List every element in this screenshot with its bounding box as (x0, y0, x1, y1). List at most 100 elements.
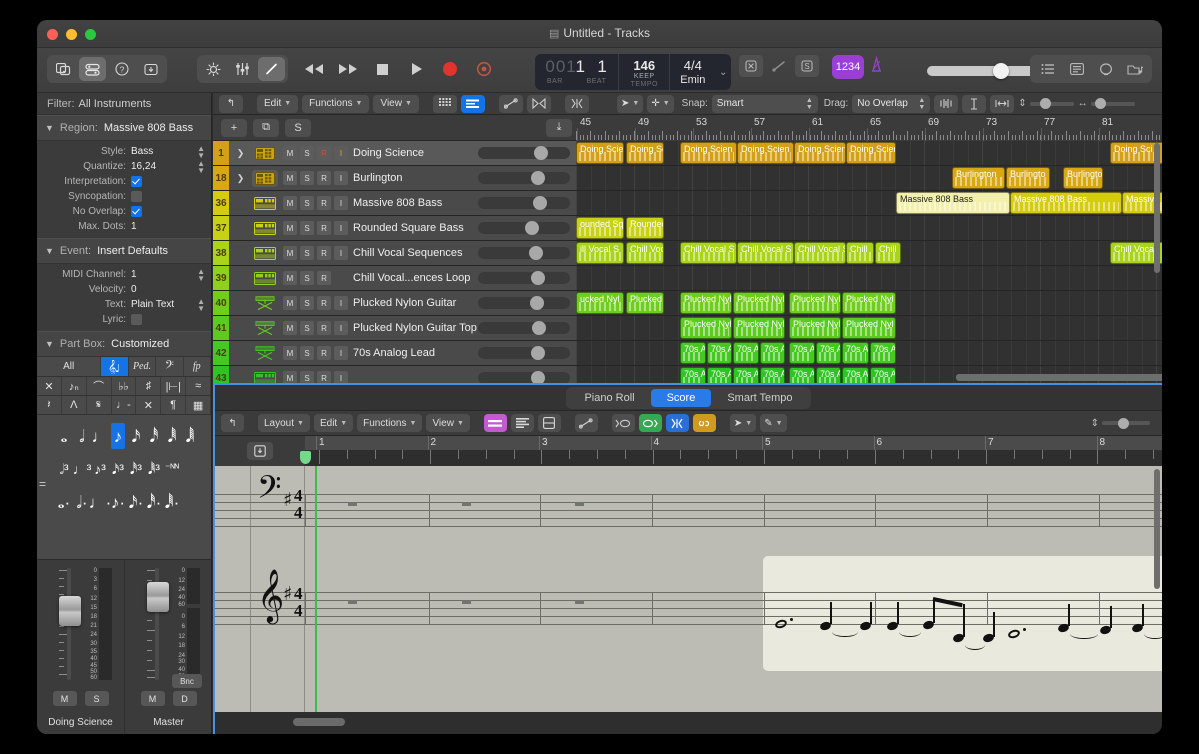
dotted-sixtyfourth-symbol[interactable]: 𝅘𝅥𝅱· (165, 489, 179, 515)
track-volume-knob[interactable] (525, 221, 539, 235)
partbox-tab-all[interactable]: All (37, 357, 101, 376)
rewind-button[interactable] (303, 58, 325, 80)
region[interactable]: 70s A (842, 342, 869, 364)
navigate-up-icon[interactable]: ↰ (221, 414, 244, 432)
mute-button[interactable]: M (283, 296, 297, 310)
tab-smart-tempo[interactable]: Smart Tempo (711, 389, 808, 407)
track-name[interactable]: 70s Analog Lead (353, 347, 481, 359)
track-number[interactable]: 37 (213, 216, 229, 240)
pointer-tool-icon[interactable]: ➤▼ (617, 95, 643, 113)
score-vertical-scrollbar[interactable] (1154, 469, 1160, 708)
paragraph-icon[interactable]: ¶ (161, 396, 186, 414)
record-enable-button[interactable]: R (317, 171, 331, 185)
score-horizontal-scrollbar[interactable] (215, 712, 1162, 734)
quarter-note-symbol[interactable]: ♩ (93, 423, 107, 449)
record-enable-button[interactable]: R (317, 221, 331, 235)
snap-select[interactable]: Smart▲▼ (712, 95, 818, 113)
scrollbar-thumb[interactable] (293, 718, 345, 726)
track-lane[interactable]: Massive 808 BassMassive 808 BassMassive … (576, 191, 1162, 215)
accent-icon[interactable]: Λ (62, 396, 87, 414)
record-enable-button[interactable]: R (317, 296, 331, 310)
automation-icon[interactable] (575, 414, 598, 432)
param-row-max-dots[interactable]: Max. Dots: 1 (37, 219, 211, 234)
triplet-half-symbol[interactable]: 𝅗𝅥³ (57, 456, 71, 482)
input-monitor-button[interactable]: I (334, 346, 348, 360)
region[interactable]: Plucked Nyl (733, 292, 785, 314)
grace-note-icon[interactable]: ♪ₙ (62, 377, 87, 395)
solo-button[interactable]: S (85, 691, 109, 706)
track-lane[interactable]: Doing ScienDoing ScDoing ScienDoing Scie… (576, 141, 1162, 165)
param-row-midi-channel[interactable]: MIDI Channel: 1▲▼ (37, 267, 211, 282)
lcd-signature[interactable]: 4/4 Emin (670, 54, 715, 90)
partbox-tab-clefs[interactable]: 𝄢 (156, 357, 183, 376)
smart-controls-icon[interactable] (200, 57, 227, 81)
keyboard-icon[interactable] (252, 195, 278, 212)
score-zoom-slider[interactable]: ⇕ (1091, 418, 1150, 429)
region[interactable]: Chill Vocal S (794, 242, 846, 264)
inspector-icon[interactable] (79, 57, 106, 81)
mute-button[interactable]: M (283, 371, 297, 383)
count-in-button[interactable]: 1234 (832, 55, 864, 79)
track-volume-knob[interactable] (531, 346, 545, 360)
arrange-menu-functions[interactable]: Functions▼ (302, 95, 369, 113)
track-number[interactable]: 1 (213, 141, 229, 165)
track-volume-slider[interactable] (478, 272, 570, 284)
tab-score[interactable]: Score (651, 389, 712, 407)
track-lane[interactable]: ucked NylPluckedPlucked NylPlucked NylPl… (576, 291, 1162, 315)
chevron-down-icon[interactable]: ▼ (45, 246, 54, 256)
solo-button[interactable]: S (300, 371, 314, 383)
low-latency-icon[interactable] (739, 55, 763, 77)
partbox-tab-pedal[interactable]: Ped. (129, 357, 156, 376)
track-volume-knob[interactable] (529, 246, 543, 260)
track-volume-knob[interactable] (533, 196, 547, 210)
track-volume-slider[interactable] (478, 297, 570, 309)
track-name[interactable]: Plucked Nylon Guitar Top (353, 322, 481, 334)
region[interactable]: Plucked Nyl (733, 317, 785, 339)
track-header[interactable]: ❯MSRIDoing Science (229, 141, 576, 165)
onetwentyeighth-note-symbol[interactable]: 𝅘𝅥𝅲 (183, 423, 197, 449)
solo-button[interactable]: S (300, 321, 314, 335)
track-number[interactable]: 39 (213, 266, 229, 290)
keyboard-icon[interactable] (252, 220, 278, 237)
region[interactable]: Chill Voc (626, 242, 664, 264)
track-row[interactable]: 41MSRIPlucked Nylon Guitar TopPlucked Ny… (213, 316, 1162, 341)
slur-icon[interactable]: ⌒ (87, 377, 112, 395)
notes-icon[interactable] (1063, 57, 1090, 81)
duplicate-track-button[interactable]: ⧉ (253, 119, 279, 137)
region[interactable]: Rounded (626, 217, 664, 239)
thirtysecond-note-symbol[interactable]: 𝅘𝅥𝅰 (147, 423, 161, 449)
browsers-icon[interactable] (1121, 57, 1148, 81)
input-monitor-button[interactable]: I (334, 246, 348, 260)
event-section-header[interactable]: ▼ Event: Insert Defaults (37, 238, 211, 264)
track-header[interactable]: ❯MSRIBurlington (229, 166, 576, 190)
record-enable-button[interactable]: R (317, 246, 331, 260)
record-enable-button[interactable]: R (317, 321, 331, 335)
track-volume-slider[interactable] (478, 372, 570, 383)
region[interactable]: 70s A (870, 342, 896, 364)
arrange-menu-view[interactable]: View▼ (373, 95, 418, 113)
record-enable-button[interactable]: R (317, 371, 331, 383)
score-playhead[interactable] (315, 466, 317, 712)
track-name[interactable]: Massive 808 Bass (353, 197, 481, 209)
track-header[interactable]: MSRChill Vocal...ences Loop (229, 266, 576, 290)
region[interactable]: Doing Scien (576, 142, 624, 164)
record-enable-button[interactable]: R (317, 146, 331, 160)
region[interactable]: Doing Sc (626, 142, 664, 164)
input-monitor-button[interactable]: I (334, 371, 348, 383)
track-row[interactable]: 42MSRI70s Analog Lead70s A70s A70s A70s … (213, 341, 1162, 366)
region[interactable]: Plucked Nyl (842, 317, 896, 339)
mute-button[interactable]: M (283, 171, 297, 185)
flex-time-icon[interactable] (934, 95, 958, 113)
triplet-sixteenth-symbol[interactable]: 𝅘𝅥𝅯³ (111, 456, 125, 482)
param-row-quantize[interactable]: Quantize: 16,24▲▼ (37, 159, 211, 174)
dotted-whole-symbol[interactable]: 𝅝· (57, 489, 71, 515)
track-header[interactable]: MSRIChill Vocal Sequences (229, 241, 576, 265)
record-enable-button[interactable]: R (317, 196, 331, 210)
track-number[interactable]: 36 (213, 191, 229, 215)
keyboard-icon[interactable] (252, 245, 278, 262)
region[interactable]: Burlington (952, 167, 1005, 189)
region[interactable]: Burlingto (1006, 167, 1050, 189)
region[interactable]: ill Vocal S (576, 242, 624, 264)
partbox-tab-dynamics[interactable]: fp (184, 357, 211, 376)
dotted-eighth-symbol[interactable]: ♪· (111, 489, 125, 515)
